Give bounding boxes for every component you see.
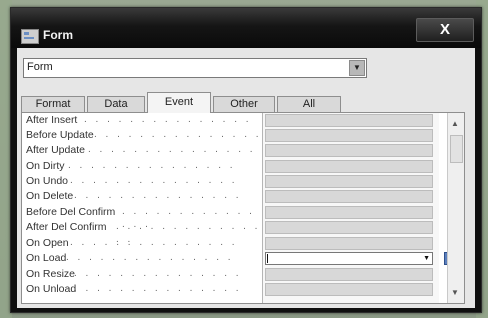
scroll-thumb[interactable] [450,135,463,163]
property-label[interactable]: After Insert [26,113,77,128]
leader-dots: . . . . . . . . . . . . . . . [74,268,242,279]
property-value-cell[interactable] [265,206,433,219]
property-label[interactable]: On Delete [26,189,73,204]
property-labels: After Insert Before Update After Update … [22,113,263,303]
property-value-cell[interactable] [265,129,433,142]
scroll-down-icon[interactable]: ▼ [451,288,459,297]
on-load-value-field[interactable]: ▼ [265,252,433,265]
tab-data[interactable]: Data [87,96,145,112]
leader-dots: . . . . . . . . . . . . . . . [94,129,262,140]
property-value-cell[interactable] [265,175,433,188]
leader-dots: . . . . . . . . . . . . . . . [84,114,252,125]
property-value-cell[interactable] [265,268,433,281]
property-value-cell[interactable] [265,160,433,173]
leader-dots: . . . . . . . . . . . . . . . [116,221,261,245]
property-value-cell[interactable] [265,283,433,296]
tab-format[interactable]: Format [21,96,85,112]
tab-event[interactable]: Event [147,92,211,113]
property-grid: After Insert Before Update After Update … [21,112,465,304]
property-label[interactable]: On Unload [26,282,76,297]
property-value-cell[interactable] [265,144,433,157]
property-label[interactable]: After Update [26,143,85,158]
text-caret [267,254,268,263]
object-selector-value: Form [27,61,53,73]
tab-all[interactable]: All [277,96,341,112]
leader-dots: . . . . . . . . . . . . . . . [74,190,242,201]
close-icon: X [439,21,450,38]
leader-dots: . . . . . . . . . . . . . . . [70,175,238,186]
dropdown-arrow-icon[interactable]: ▼ [423,254,430,263]
window-title: Form [43,28,73,42]
title-bar[interactable]: Form X [11,8,481,48]
property-label[interactable]: On Undo [26,174,68,189]
property-value-cell[interactable] [265,221,433,234]
vertical-scrollbar[interactable]: ▲ ▼ [447,113,464,303]
property-label[interactable]: On Load [26,251,66,266]
leader-dots: . . . . . . . . . . . . . . . [122,206,255,230]
property-label[interactable]: After Del Confirm [26,220,107,235]
property-label[interactable]: On Dirty [26,159,65,174]
object-selector[interactable]: Form ▼ [23,58,367,78]
property-label[interactable]: Before Del Confirm [26,205,115,220]
property-sheet-window: Form X Form ▼ Format Data Event Other Al… [10,7,482,313]
form-icon [21,29,39,44]
property-value-cell[interactable] [265,190,433,203]
property-label[interactable]: Before Update [26,128,94,143]
property-value-cell[interactable] [265,114,433,127]
tab-other[interactable]: Other [213,96,275,112]
property-label[interactable]: On Open [26,236,69,251]
leader-dots: . . . . . . . . . . . . . . . [68,160,236,171]
scroll-up-icon[interactable]: ▲ [451,119,459,128]
leader-dots: . . . . . . . . . . . . . . . [70,237,238,248]
leader-dots: . . . . . . . . . . . . . . . [88,144,256,155]
close-button[interactable]: X [416,18,474,42]
leader-dots: . . . . . . . . . . . . . . . [66,252,234,263]
leader-dots: . . . . . . . . . . . . . . . [74,283,242,294]
property-sheet-body: Form ▼ Format Data Event Other All After… [17,48,475,308]
property-value-cell[interactable] [265,237,433,250]
property-values: ▼ [263,113,439,303]
dropdown-arrow-icon[interactable]: ▼ [349,60,365,76]
property-label[interactable]: On Resize [26,267,75,282]
